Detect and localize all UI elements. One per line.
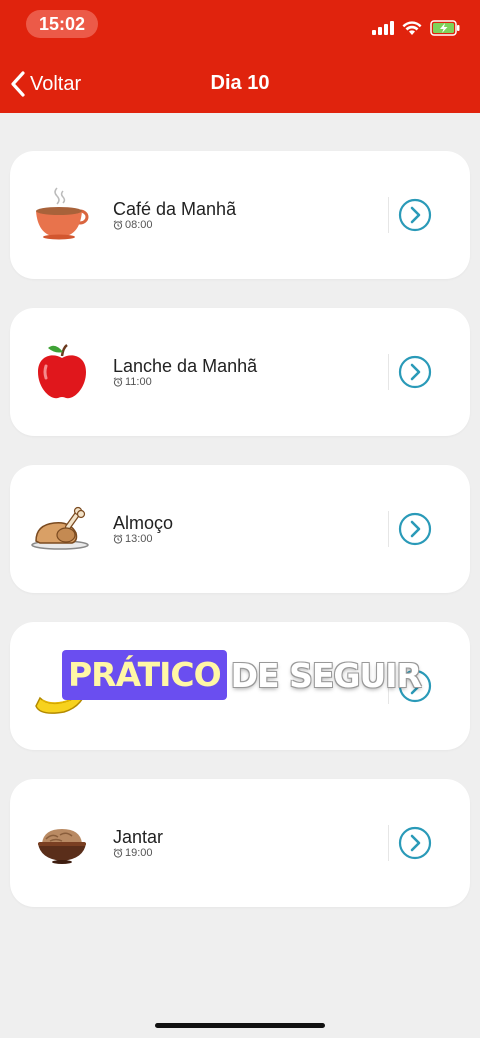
- card-divider: [388, 825, 389, 861]
- meal-name: Almoço: [113, 513, 174, 533]
- card-divider: [388, 511, 389, 547]
- alarm-clock-icon: [113, 848, 123, 858]
- meal-card-dinner[interactable]: Jantar 19:00: [10, 779, 470, 907]
- alarm-clock-icon: [113, 377, 123, 387]
- chevron-right-circle-icon[interactable]: [398, 512, 432, 546]
- chevron-right-circle-icon[interactable]: [398, 355, 432, 389]
- meal-name: Lanche da Manhã: [113, 356, 258, 376]
- card-divider: [388, 197, 389, 233]
- meal-time: 11:00: [125, 376, 152, 388]
- caption-text: DE SEGUIR: [230, 655, 422, 695]
- page-title: Dia 10: [210, 72, 270, 94]
- alarm-clock-icon: [113, 534, 123, 544]
- status-time: 15:02: [26, 10, 98, 38]
- caption-highlight: PRÁTICO: [62, 650, 227, 700]
- bowl-icon: [38, 829, 86, 864]
- meal-card-morning-snack[interactable]: Lanche da Manhã 11:00: [10, 308, 470, 436]
- meal-card-lunch[interactable]: Almoço 13:00: [10, 465, 470, 593]
- cellular-signal-icon: [372, 21, 394, 35]
- app-header: 15:02 Voltar Dia 10: [0, 0, 480, 113]
- alarm-clock-icon: [113, 220, 123, 230]
- battery-charging-icon: [430, 20, 460, 36]
- card-divider: [388, 354, 389, 390]
- status-icons: [372, 18, 460, 38]
- caption-overlay: PRÁTICO DE SEGUIR: [62, 650, 422, 700]
- chevron-right-circle-icon[interactable]: [398, 198, 432, 232]
- coffee-cup-icon: [36, 187, 89, 240]
- apple-icon: [38, 344, 86, 399]
- chevron-right-circle-icon[interactable]: [398, 826, 432, 860]
- meal-time: 13:00: [125, 533, 153, 545]
- wifi-icon: [402, 20, 422, 35]
- meal-time: 08:00: [125, 219, 153, 231]
- meal-time: 19:00: [125, 847, 153, 859]
- meal-name: Jantar: [113, 827, 164, 847]
- meal-card-breakfast[interactable]: Café da Manhã 08:00: [10, 151, 470, 279]
- roast-chicken-icon: [31, 506, 89, 550]
- meal-name: Café da Manhã: [113, 199, 237, 219]
- home-indicator: [155, 1023, 325, 1028]
